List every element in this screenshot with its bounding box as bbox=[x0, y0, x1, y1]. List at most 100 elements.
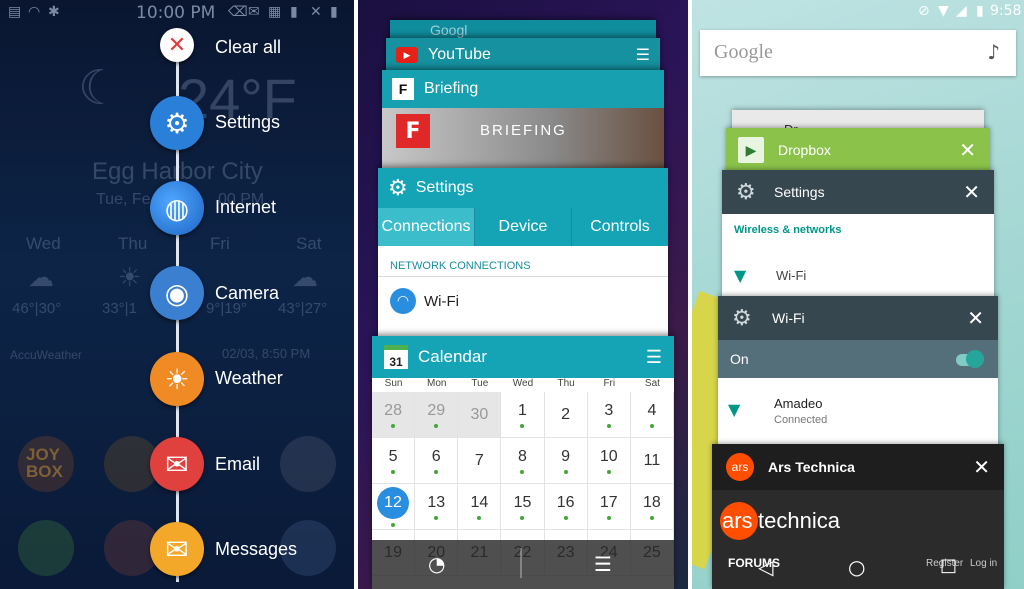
calendar-day[interactable]: 6 bbox=[415, 438, 459, 484]
weekday-label: Sun bbox=[384, 378, 403, 389]
event-dot bbox=[606, 515, 611, 520]
event-dot bbox=[520, 423, 525, 428]
settings-app-icon[interactable]: ⚙ bbox=[150, 96, 204, 150]
event-dot bbox=[434, 423, 439, 428]
multiwindow-icon[interactable]: ☰ bbox=[646, 347, 662, 368]
recent-card-dropbox[interactable]: ▶ Dropbox ✕ bbox=[726, 128, 990, 174]
wifi-setting[interactable]: Wi-Fi bbox=[424, 293, 459, 310]
calendar-day[interactable]: 2 bbox=[544, 392, 588, 438]
calendar-day[interactable]: 3 bbox=[587, 392, 631, 438]
day-number: 13 bbox=[427, 493, 446, 511]
bg-date: Tue, Fe bbox=[96, 191, 151, 208]
tab-connections[interactable]: Connections bbox=[378, 208, 475, 246]
weekday-header: Sun Mon Tue Wed Thu Fri Sat bbox=[372, 378, 674, 392]
email-icon[interactable]: ✉ bbox=[150, 437, 204, 491]
calendar-day[interactable]: 4 bbox=[630, 392, 674, 438]
wifi-toggle-row[interactable]: On bbox=[718, 340, 998, 378]
day-number: 12 bbox=[377, 486, 410, 519]
event-dot bbox=[434, 469, 439, 474]
flipboard-icon: F bbox=[392, 78, 414, 100]
globe-icon[interactable]: ◍ bbox=[150, 181, 204, 235]
bg-updated: 02/03, 8:50 PM bbox=[222, 346, 311, 361]
event-dot bbox=[520, 469, 525, 474]
status-time: 9:58 bbox=[990, 3, 1022, 19]
battery-icon: ▮ bbox=[976, 3, 984, 19]
phone-app-icon bbox=[18, 520, 74, 576]
clear-all-button[interactable]: Clear all bbox=[215, 37, 281, 58]
event-dot bbox=[434, 515, 439, 520]
calendar-day[interactable]: 12 bbox=[372, 484, 416, 530]
recent-app-messages[interactable]: Messages bbox=[215, 539, 297, 560]
message-icon[interactable]: ✉ bbox=[150, 522, 204, 576]
calendar-day[interactable]: 17 bbox=[587, 484, 631, 530]
recent-card-briefing[interactable]: F Briefing F BRIEFING bbox=[382, 70, 664, 180]
recent-app-internet[interactable]: Internet bbox=[215, 197, 276, 218]
recent-app-email[interactable]: Email bbox=[215, 454, 260, 475]
back-icon[interactable]: ◁ bbox=[758, 555, 773, 579]
calendar-day[interactable]: 30 bbox=[458, 392, 502, 438]
status-time: 10:00 PM bbox=[136, 3, 216, 23]
card-title: Wi-Fi bbox=[772, 310, 805, 326]
card-title: Settings bbox=[774, 184, 825, 200]
weekday-label: Wed bbox=[512, 378, 534, 389]
joybox-label: JOY BOX bbox=[26, 445, 63, 481]
calendar-day[interactable]: 18 bbox=[630, 484, 674, 530]
multiwindow-icon[interactable]: ☰ bbox=[636, 45, 650, 65]
close-icon[interactable]: ✕ bbox=[973, 455, 990, 480]
tab-device[interactable]: Device bbox=[475, 208, 572, 246]
recent-card-wifi[interactable]: ⚙ Wi-Fi ✕ On ▼ Amadeo Connected bbox=[718, 296, 998, 456]
calendar-day[interactable]: 8 bbox=[501, 438, 545, 484]
search-bar[interactable]: Google ♪ bbox=[700, 30, 1016, 76]
calendar-day[interactable]: 7 bbox=[458, 438, 502, 484]
calendar-day[interactable]: 14 bbox=[458, 484, 502, 530]
recent-app-weather[interactable]: Weather bbox=[215, 368, 283, 389]
calendar-day[interactable]: 29 bbox=[415, 392, 459, 438]
recent-card-settings[interactable]: ⚙ Settings ✕ Wireless & networks ▼ Wi-Fi bbox=[722, 170, 994, 300]
day-number: 5 bbox=[388, 447, 398, 465]
recents-icon[interactable]: □ bbox=[940, 555, 957, 576]
task-manager-icon[interactable]: ◔ bbox=[428, 552, 445, 576]
calendar-day[interactable]: 15 bbox=[501, 484, 545, 530]
calendar-day[interactable]: 16 bbox=[544, 484, 588, 530]
image-icon: ▦ bbox=[268, 4, 282, 20]
home-icon[interactable]: ○ bbox=[848, 555, 865, 579]
card-title: Briefing bbox=[424, 80, 479, 97]
day-number: 7 bbox=[474, 451, 484, 469]
calendar-day[interactable]: 13 bbox=[415, 484, 459, 530]
event-dot bbox=[563, 515, 568, 520]
close-icon[interactable]: ✕ bbox=[959, 138, 976, 163]
search-input[interactable]: Google bbox=[714, 41, 773, 64]
tab-controls[interactable]: Controls bbox=[572, 208, 668, 246]
clear-all-icon[interactable]: ✕ bbox=[160, 28, 194, 62]
bg-temps: 43°|27° bbox=[278, 300, 328, 317]
settings-tabs: Connections Device Controls bbox=[378, 208, 668, 246]
weekday-label: Fri bbox=[603, 378, 616, 389]
calendar-day[interactable]: 28 bbox=[372, 392, 416, 438]
event-dot bbox=[563, 469, 568, 474]
calendar-day[interactable]: 1 bbox=[501, 392, 545, 438]
calendar-day[interactable]: 10 bbox=[587, 438, 631, 484]
ars-icon: ars bbox=[726, 453, 754, 481]
back-icon: ⌫ bbox=[228, 4, 248, 20]
sun-icon[interactable]: ☀ bbox=[150, 352, 204, 406]
camera-icon[interactable]: ◉ bbox=[150, 266, 204, 320]
card-title: Googl bbox=[430, 22, 468, 38]
mic-icon[interactable]: ♪ bbox=[987, 40, 1000, 64]
toggle-thumb[interactable] bbox=[966, 350, 984, 368]
notification-icon: ▤ bbox=[8, 4, 22, 20]
close-all-icon[interactable]: ☰ bbox=[594, 552, 612, 576]
calendar-day[interactable]: 5 bbox=[372, 438, 416, 484]
cloud-icon: ☁ bbox=[292, 262, 318, 292]
sun-icon: ☀ bbox=[118, 262, 142, 292]
recent-card-settings[interactable]: ⚙ Settings Connections Device Controls N… bbox=[378, 168, 668, 336]
recent-app-camera[interactable]: Camera bbox=[215, 283, 279, 304]
close-icon[interactable]: ✕ bbox=[967, 306, 984, 331]
lollipop-recents-panel: ⊘ ▼ ◢ ▮ 9:58 Google ♪ Dr ▶ Dropbox ✕ ⚙ S… bbox=[692, 0, 1024, 589]
network-name[interactable]: Amadeo bbox=[774, 396, 822, 411]
wifi-setting[interactable]: Wi-Fi bbox=[776, 268, 806, 283]
day-number: 6 bbox=[431, 447, 441, 465]
close-icon[interactable]: ✕ bbox=[963, 180, 980, 205]
calendar-day[interactable]: 11 bbox=[630, 438, 674, 484]
recent-app-settings[interactable]: Settings bbox=[215, 112, 280, 133]
calendar-day[interactable]: 9 bbox=[544, 438, 588, 484]
